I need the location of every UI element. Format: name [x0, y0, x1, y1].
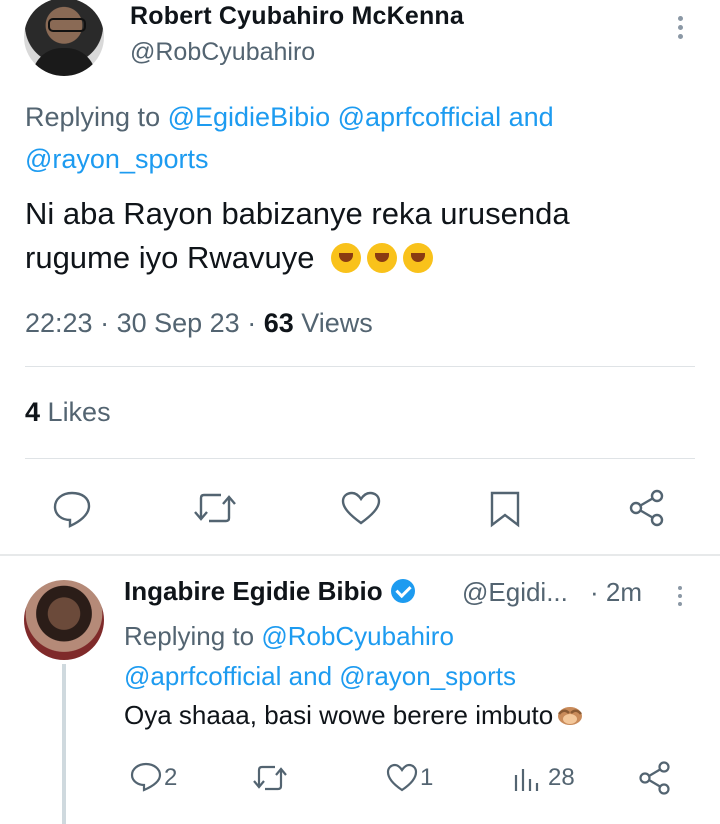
divider — [25, 458, 695, 459]
reply-text: Oya shaaa, basi wowe berere imbuto — [124, 700, 585, 731]
reply-text-content: Oya shaaa, basi wowe berere imbuto — [124, 700, 554, 730]
likes-label: Likes — [47, 397, 111, 427]
thread-line — [62, 664, 66, 824]
replying-prefix: Replying to — [25, 102, 161, 132]
tweet-text-line1: Ni aba Rayon babizanye reka urusenda — [25, 196, 570, 231]
reply-icon[interactable] — [52, 490, 92, 528]
mention-link[interactable]: @rayon_sports — [339, 661, 516, 691]
likes-count: 4 — [25, 397, 41, 427]
mention-link[interactable]: @rayon_sports — [25, 144, 209, 174]
bookmark-icon[interactable] — [488, 490, 522, 528]
reply-icon[interactable] — [130, 762, 162, 792]
views-count: 63 — [263, 308, 294, 338]
reply-author-name[interactable]: Ingabire Egidie Bibio — [124, 576, 415, 607]
more-options-icon[interactable] — [670, 12, 690, 42]
retweet-icon[interactable] — [193, 490, 237, 526]
retweet-icon[interactable] — [252, 763, 288, 793]
author-handle[interactable]: @RobCyubahiro — [130, 38, 315, 67]
reply-views-count: 28 — [548, 764, 575, 791]
rofl-emoji — [367, 243, 398, 273]
reply-time[interactable]: · 2m — [590, 577, 642, 608]
tweet-text: Ni aba Rayon babizanye reka urusenda rug… — [25, 192, 695, 280]
tweet-time[interactable]: 22:23 — [25, 308, 93, 338]
reply-count: 2 — [164, 764, 178, 791]
see-no-evil-emoji — [558, 707, 583, 725]
rofl-emoji — [331, 243, 362, 273]
share-icon[interactable] — [638, 760, 672, 796]
mention-link[interactable]: @RobCyubahiro — [261, 621, 454, 651]
tweet-meta: 22:23 · 30 Sep 23 · 63 Views — [25, 308, 373, 338]
replying-and[interactable]: and — [509, 102, 554, 132]
rofl-emoji — [403, 243, 434, 273]
replying-to: Replying to @EgidieBibio @aprfcofficial … — [25, 96, 685, 180]
likes-stat[interactable]: 4 Likes — [25, 397, 111, 428]
like-count: 1 — [420, 764, 434, 791]
author-avatar[interactable] — [24, 0, 104, 76]
author-name[interactable]: Robert Cyubahiro McKenna — [130, 2, 464, 31]
tweet-text-line2: rugume iyo Rwavuye — [25, 240, 315, 275]
verified-badge-icon — [390, 579, 415, 603]
replying-and[interactable]: and — [289, 661, 332, 691]
divider — [25, 366, 695, 367]
mention-link[interactable]: @aprfcofficial — [124, 661, 281, 691]
share-icon[interactable] — [628, 488, 666, 528]
reply-author-name-text: Ingabire Egidie Bibio — [124, 576, 383, 606]
views-label: Views — [301, 308, 373, 338]
thread-separator — [0, 554, 720, 556]
like-icon[interactable] — [385, 763, 419, 793]
tweet-date[interactable]: 30 Sep 23 — [117, 308, 240, 338]
reply-author-avatar[interactable] — [24, 580, 104, 660]
reply-author-handle[interactable]: @Egidi... — [462, 577, 568, 608]
views-icon[interactable] — [512, 763, 542, 793]
more-options-icon[interactable] — [670, 582, 690, 612]
mention-link[interactable]: @EgidieBibio @aprfcofficial — [168, 102, 501, 132]
like-icon[interactable] — [340, 490, 382, 526]
reply-replying-to: Replying to @RobCyubahiro @aprfcofficial… — [124, 616, 684, 696]
replying-prefix: Replying to — [124, 621, 255, 651]
